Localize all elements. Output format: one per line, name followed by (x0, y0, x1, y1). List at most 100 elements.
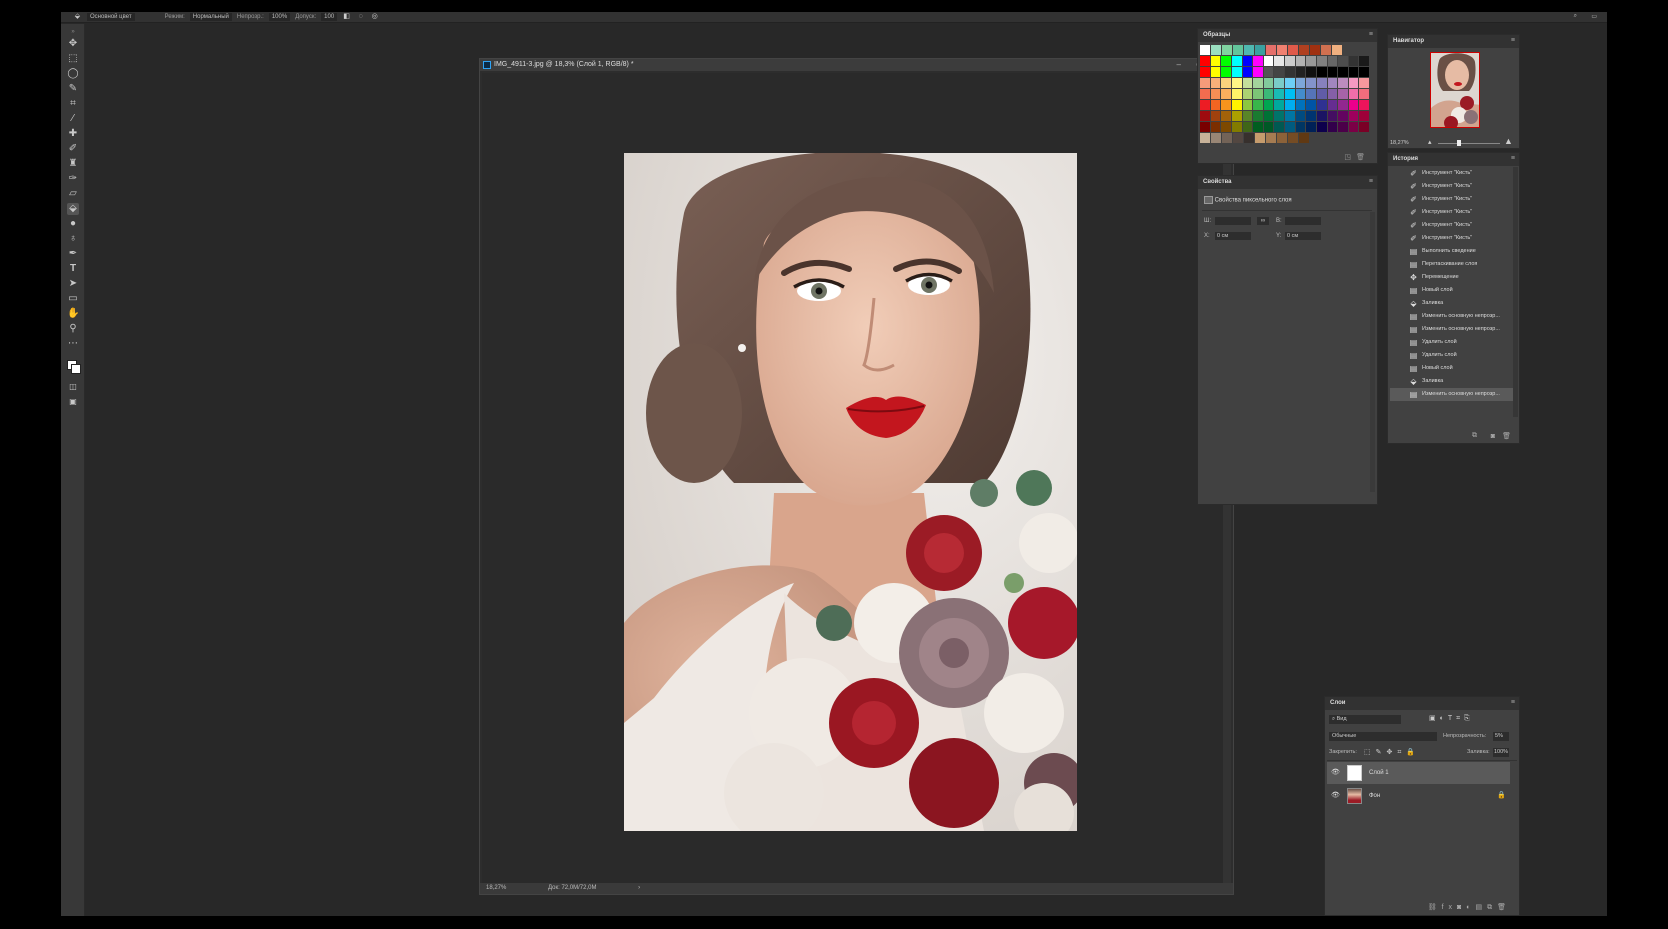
history-item[interactable]: ▤ Изменить основную непрозр... (1390, 323, 1514, 336)
lasso-tool-icon[interactable]: ◯ (67, 68, 79, 80)
panel-menu-icon[interactable]: ≡ (1511, 155, 1515, 162)
navigator-zoom-value[interactable]: 18,27% (1390, 140, 1409, 146)
color-swatch[interactable] (1295, 100, 1306, 110)
color-swatch[interactable] (1348, 56, 1359, 66)
color-swatch[interactable] (1200, 100, 1210, 110)
color-swatch[interactable] (1221, 100, 1231, 110)
all-layers-icon[interactable]: ◎ (370, 13, 379, 21)
tolerance-input[interactable]: 100 (321, 13, 338, 21)
zoom-out-icon[interactable]: ▴ (1428, 138, 1432, 146)
history-item[interactable]: ⬙ Заливка (1390, 297, 1514, 310)
color-swatch[interactable] (1263, 89, 1274, 99)
color-swatch[interactable] (1285, 122, 1295, 132)
color-swatch[interactable] (1277, 133, 1287, 143)
anti-alias-icon[interactable]: ◧ (342, 13, 351, 21)
history-item[interactable]: ⬙ Заливка (1390, 375, 1514, 388)
link-icon[interactable]: ∞ (1257, 217, 1269, 225)
healing-tool-icon[interactable]: ✚ (67, 128, 79, 140)
dodge-tool-icon[interactable]: ♁ (67, 233, 79, 245)
color-swatch[interactable] (1200, 56, 1210, 66)
color-swatch[interactable] (1316, 78, 1327, 88)
navigator-thumbnail[interactable] (1430, 52, 1480, 128)
history-item[interactable]: ▤ Новый слой (1390, 284, 1514, 297)
eraser-tool-icon[interactable]: ▱ (67, 188, 79, 200)
layer-footer-icons[interactable]: ⛓fx◙◐▤⧉🗑 (1428, 903, 1511, 912)
color-swatch[interactable] (1263, 67, 1274, 77)
stamp-tool-icon[interactable]: ♜ (67, 158, 79, 170)
crop-tool-icon[interactable]: ⌗ (67, 98, 79, 110)
color-swatch[interactable] (1233, 133, 1243, 143)
move-tool-icon[interactable]: ✥ (67, 38, 79, 50)
camera-icon[interactable]: ◙ (1491, 433, 1495, 440)
color-swatch[interactable] (1210, 67, 1221, 77)
color-swatch[interactable] (1242, 100, 1253, 110)
color-swatch[interactable] (1263, 56, 1274, 66)
status-zoom[interactable]: 18,27% (486, 885, 506, 891)
color-swatch[interactable] (1359, 111, 1369, 121)
color-swatch[interactable] (1285, 78, 1295, 88)
color-swatch[interactable] (1253, 122, 1263, 132)
color-swatch[interactable] (1253, 67, 1263, 77)
layer-filter-icons[interactable]: ▣◐T⌗⎘ (1429, 714, 1474, 723)
color-swatch[interactable] (1338, 122, 1348, 132)
color-swatch[interactable] (1263, 122, 1274, 132)
color-swatch[interactable] (1210, 56, 1221, 66)
color-swatch[interactable] (1338, 56, 1348, 66)
color-swatch[interactable] (1221, 122, 1231, 132)
history-item[interactable]: ✐ Инструмент "Кисть" (1390, 232, 1514, 245)
color-swatch[interactable] (1244, 133, 1254, 143)
color-swatch[interactable] (1295, 67, 1306, 77)
color-swatch[interactable] (1306, 67, 1316, 77)
color-swatch[interactable] (1221, 78, 1231, 88)
path-select-tool-icon[interactable]: ➤ (67, 278, 79, 290)
color-swatch[interactable] (1285, 100, 1295, 110)
color-swatch[interactable] (1263, 100, 1274, 110)
color-swatch[interactable] (1310, 45, 1320, 55)
color-swatch[interactable] (1348, 89, 1359, 99)
color-swatch[interactable] (1231, 111, 1242, 121)
color-swatch[interactable] (1359, 89, 1369, 99)
color-swatch[interactable] (1242, 111, 1253, 121)
color-swatch[interactable] (1242, 67, 1253, 77)
color-swatch[interactable] (1338, 100, 1348, 110)
search-icon[interactable]: ⌕ (1574, 13, 1577, 20)
color-swatch[interactable] (1306, 122, 1316, 132)
paint-bucket-tool-icon[interactable]: ⬙ (73, 13, 82, 21)
minimize-icon[interactable]: – (1177, 59, 1181, 71)
color-swatch[interactable] (1295, 111, 1306, 121)
color-swatch[interactable] (1338, 78, 1348, 88)
color-swatch[interactable] (1316, 56, 1327, 66)
color-swatch[interactable] (1348, 111, 1359, 121)
color-swatch[interactable] (1210, 111, 1221, 121)
color-swatch[interactable] (1255, 45, 1265, 55)
color-swatch[interactable] (1200, 122, 1210, 132)
color-swatch[interactable] (1244, 45, 1254, 55)
color-swatch[interactable] (1200, 78, 1210, 88)
tab-navigator[interactable]: Навигатор (1388, 35, 1519, 48)
color-swatch[interactable] (1221, 56, 1231, 66)
canvas-area[interactable] (482, 73, 1224, 883)
history-item[interactable]: ▤ Изменить основную непрозр... (1390, 310, 1514, 323)
tab-layers[interactable]: Слои (1325, 697, 1519, 710)
color-swatch[interactable] (1316, 122, 1327, 132)
color-swatch[interactable] (1200, 133, 1210, 143)
color-swatch[interactable] (1316, 67, 1327, 77)
color-swatch[interactable] (1242, 78, 1253, 88)
color-swatch[interactable] (1306, 56, 1316, 66)
history-item[interactable]: ✐ Инструмент "Кисть" (1390, 219, 1514, 232)
zoom-tool-icon[interactable]: ⚲ (67, 323, 79, 335)
brush-tool-icon[interactable]: ✐ (67, 143, 79, 155)
color-swatch[interactable] (1211, 133, 1221, 143)
color-swatch[interactable] (1210, 100, 1221, 110)
color-swatch[interactable] (1327, 100, 1338, 110)
paint-bucket-tool-icon[interactable]: ⬙ (67, 203, 79, 215)
color-swatch[interactable] (1274, 100, 1284, 110)
color-swatch[interactable] (1295, 89, 1306, 99)
color-swatch[interactable] (1211, 45, 1221, 55)
trash-icon[interactable]: 🗑 (1356, 153, 1365, 161)
color-swatch[interactable] (1321, 45, 1331, 55)
color-swatch[interactable] (1200, 45, 1210, 55)
color-swatch[interactable] (1231, 122, 1242, 132)
hand-tool-icon[interactable]: ✋ (67, 308, 79, 320)
color-swatch[interactable] (1359, 78, 1369, 88)
